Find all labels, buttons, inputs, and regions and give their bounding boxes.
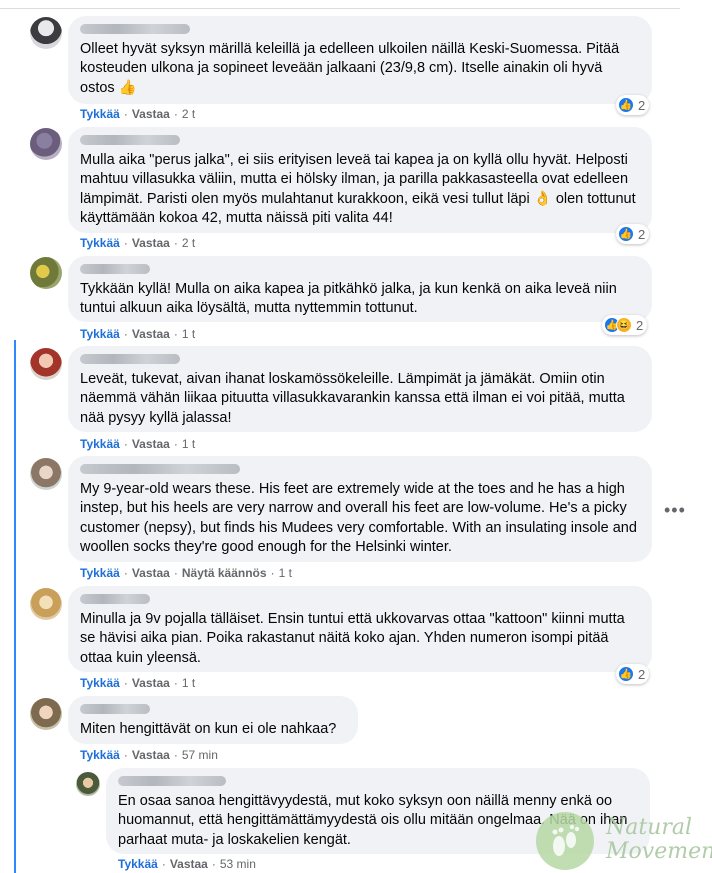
reply-button[interactable]: Vastaa [132,566,170,580]
comment-text: Miten hengittävät on kun ei ole nahkaa? [80,721,337,737]
author-name[interactable] [118,776,226,786]
author-name[interactable] [80,264,150,274]
timestamp[interactable]: 1 t [182,327,195,341]
watermark-line2: Movement [606,839,712,864]
comment-bubble: Miten hengittävät on kun ei ole nahkaa? [68,696,358,744]
like-button[interactable]: Tykkää [80,327,120,341]
comment-bubble: My 9-year-old wears these. His feet are … [68,456,652,562]
comment-bubble: Mulla aika "perus jalka", ei siis erityi… [68,127,652,233]
thumbs-up-icon: 👍 [618,666,634,682]
top-divider [0,8,680,9]
comment-actions: Tykkää · Vastaa · 1 t [80,437,196,451]
comment-text: Tykkään kyllä! Mulla on aika kapea ja pi… [80,281,621,317]
comment-bubble: Tykkään kyllä! Mulla on aika kapea ja pi… [68,256,652,322]
comment-text: Leveät, tukevat, aivan ihanat loskamössö… [80,371,629,426]
reply-button[interactable]: Vastaa [132,236,170,250]
comment-actions: Tykkää · Vastaa · 2 t [80,107,196,121]
reactions-badge[interactable]: 👍 2 [616,664,650,684]
timestamp[interactable]: 57 min [182,748,218,762]
reaction-count: 2 [638,666,646,682]
watermark-text: Natural Movement [606,816,712,864]
comment-actions: Tykkää · Vastaa · 53 min [118,857,256,871]
more-options-icon[interactable]: ••• [664,500,686,521]
footprint-logo-icon [536,812,594,870]
reactions-badge[interactable]: 👍 😆 2 [602,315,648,335]
comment-bubble: Olleet hyvät syksyn märillä keleillä ja … [68,16,652,104]
comment-actions: Tykkää · Vastaa · Näytä käännös · 1 t [80,566,292,580]
like-button[interactable]: Tykkää [80,236,120,250]
avatar[interactable] [30,588,62,620]
reactions-badge[interactable]: 👍 2 [616,95,650,115]
comment-bubble: Minulla ja 9v pojalla tälläiset. Ensin t… [68,586,652,672]
timestamp[interactable]: 53 min [220,857,256,871]
timestamp[interactable]: 2 t [182,236,195,250]
author-name[interactable] [80,24,190,34]
like-button[interactable]: Tykkää [80,748,120,762]
watermark-line1: Natural [606,815,693,840]
comment-actions: Tykkää · Vastaa · 1 t [80,327,196,341]
avatar[interactable] [30,458,62,490]
comment-actions: Tykkää · Vastaa · 2 t [80,236,196,250]
author-name[interactable] [80,464,240,474]
reply-button[interactable]: Vastaa [132,437,170,451]
thread-line [14,340,16,873]
author-name[interactable] [80,704,150,714]
comment-text: My 9-year-old wears these. His feet are … [80,481,641,556]
reply-button[interactable]: Vastaa [170,857,208,871]
like-button[interactable]: Tykkää [80,437,120,451]
reaction-count: 2 [638,97,646,113]
avatar[interactable] [30,698,62,730]
comment-actions: Tykkää · Vastaa · 57 min [80,748,218,762]
haha-icon: 😆 [616,317,632,333]
timestamp[interactable]: 1 t [182,437,195,451]
comment-actions: Tykkää · Vastaa · 1 t [80,676,196,690]
timestamp[interactable]: 1 t [182,676,195,690]
reaction-count: 2 [636,317,644,333]
like-button[interactable]: Tykkää [80,676,120,690]
avatar[interactable] [30,348,62,380]
thumbs-up-icon: 👍 [618,226,634,242]
avatar[interactable] [30,128,62,160]
author-name[interactable] [80,354,180,364]
timestamp[interactable]: 1 t [279,566,292,580]
avatar[interactable] [30,17,62,49]
avatar[interactable] [30,257,62,289]
see-translation-button[interactable]: Näytä käännös [182,566,267,580]
like-button[interactable]: Tykkää [118,857,158,871]
reply-button[interactable]: Vastaa [132,327,170,341]
comment-bubble: Leveät, tukevat, aivan ihanat loskamössö… [68,346,652,432]
author-name[interactable] [80,135,180,145]
avatar[interactable] [76,772,100,796]
comment-text: Minulla ja 9v pojalla tälläiset. Ensin t… [80,611,629,666]
like-button[interactable]: Tykkää [80,566,120,580]
natural-movement-watermark: Natural Movement [532,808,712,873]
thumbs-up-icon: 👍 [618,97,634,113]
like-button[interactable]: Tykkää [80,107,120,121]
reactions-badge[interactable]: 👍 2 [616,224,650,244]
reply-button[interactable]: Vastaa [132,107,170,121]
author-name[interactable] [80,594,150,604]
comment-text: Mulla aika "perus jalka", ei siis erityi… [80,152,640,227]
reply-button[interactable]: Vastaa [132,748,170,762]
reaction-count: 2 [638,226,646,242]
timestamp[interactable]: 2 t [182,107,195,121]
comment-text: Olleet hyvät syksyn märillä keleillä ja … [80,41,624,96]
reply-button[interactable]: Vastaa [132,676,170,690]
